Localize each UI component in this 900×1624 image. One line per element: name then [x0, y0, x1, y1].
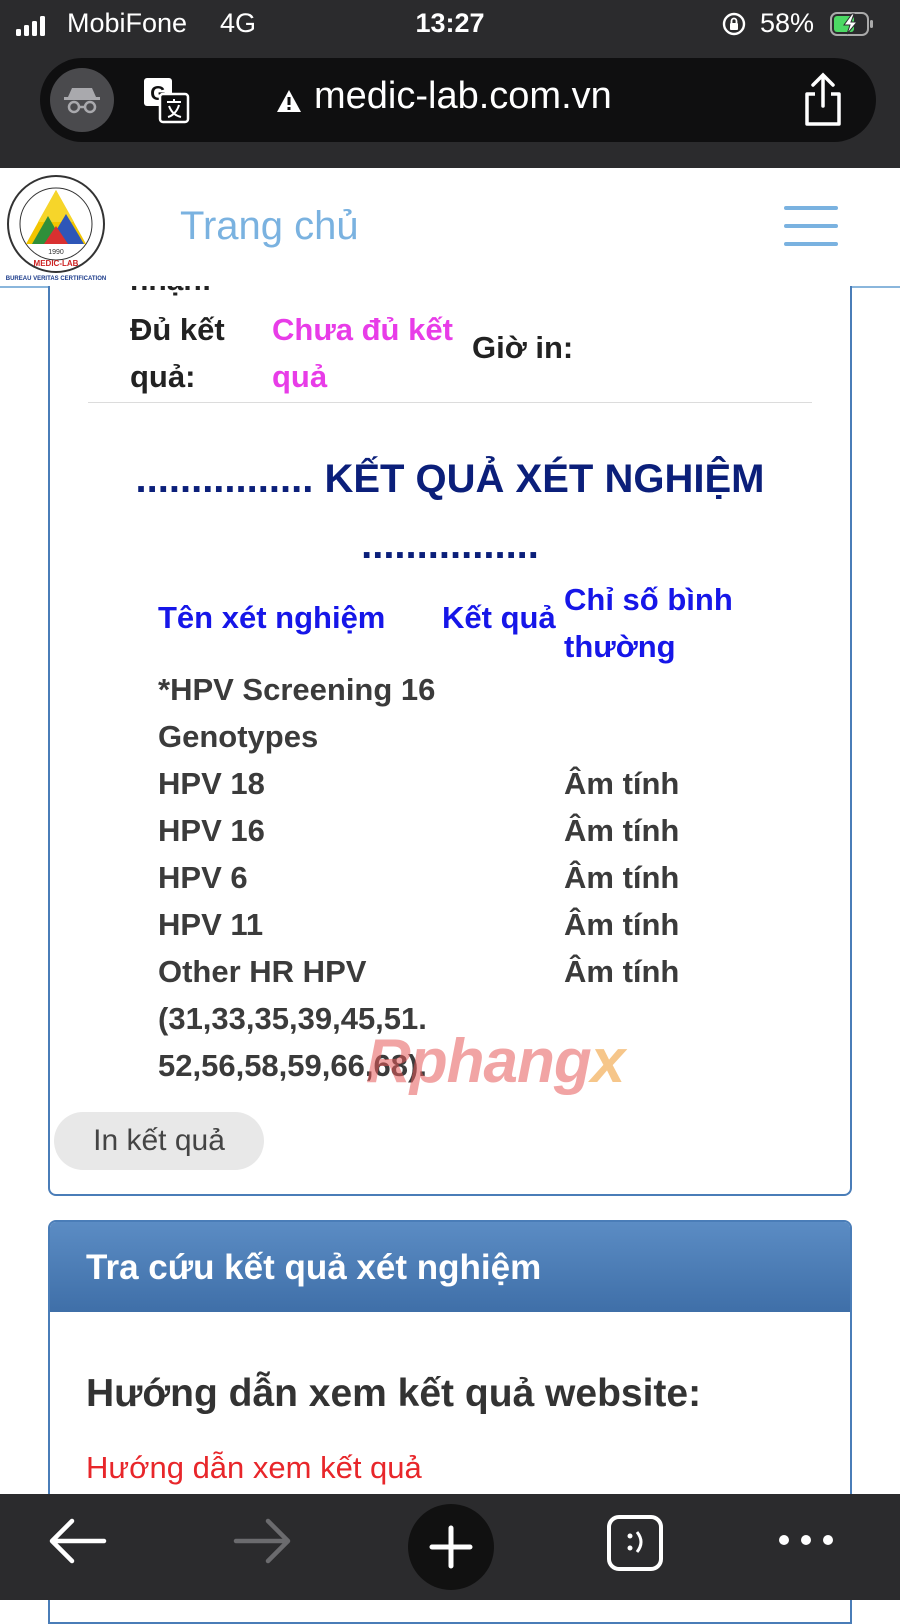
- forward-arrow-icon[interactable]: [232, 1516, 296, 1566]
- test-result: Âm tính: [564, 954, 680, 989]
- table-row: HPV 16 Âm tính: [158, 807, 838, 854]
- lookup-panel-title: Tra cứu kết quả xét nghiệm: [86, 1248, 542, 1287]
- more-icon[interactable]: [776, 1530, 836, 1550]
- table-row: HPV 18 Âm tính: [158, 760, 838, 807]
- battery-percent: 58%: [760, 8, 815, 38]
- test-name: HPV 16: [158, 813, 265, 848]
- url-bar[interactable]: G medic-lab.com.vn: [40, 58, 876, 142]
- test-name: HPV 6: [158, 860, 248, 895]
- watermark: Rphangx: [366, 1027, 625, 1096]
- tabs-icon[interactable]: [606, 1514, 664, 1572]
- back-arrow-icon[interactable]: [44, 1516, 108, 1566]
- test-result: Âm tính: [564, 860, 680, 895]
- result-card: nhận: Đủ kết quả: Chưa đủ kết quả Giờ in…: [48, 286, 852, 1196]
- status-label: Đủ kết quả:: [130, 312, 225, 394]
- status-bar: MobiFone 4G 13:27 58%: [0, 0, 900, 50]
- incognito-button[interactable]: [50, 68, 114, 132]
- print-result-button[interactable]: In kết quả: [54, 1112, 264, 1170]
- nav-home-link[interactable]: Trang chủ: [180, 204, 359, 249]
- url-host: medic-lab.com.vn: [314, 75, 612, 117]
- table-row: *HPV Screening 16 Genotypes: [158, 666, 838, 760]
- cut-off-label: nhận:: [130, 286, 212, 298]
- svg-text:MEDIC-LAB: MEDIC-LAB: [34, 259, 79, 268]
- translate-icon[interactable]: G: [142, 76, 190, 124]
- column-header-name: Tên xét nghiệm: [158, 600, 386, 635]
- test-result: Âm tính: [564, 766, 680, 801]
- table-row: HPV 11 Âm tính: [158, 901, 838, 948]
- column-header-normal: Chỉ số bình thường: [564, 582, 733, 664]
- divider: [88, 402, 812, 403]
- test-name: HPV 18: [158, 766, 265, 801]
- test-name: *HPV Screening 16 Genotypes: [158, 672, 436, 754]
- site-header: 1990 MEDIC-LAB BUREAU VERITAS CERTIFICAT…: [0, 168, 900, 288]
- column-header-result: Kết quả: [442, 600, 556, 635]
- test-result: Âm tính: [564, 813, 680, 848]
- table-row: HPV 6 Âm tính: [158, 854, 838, 901]
- orientation-lock-icon: [722, 12, 746, 36]
- medic-lab-logo[interactable]: 1990 MEDIC-LAB BUREAU VERITAS CERTIFICAT…: [4, 172, 108, 282]
- status-value: Chưa đủ kết quả: [272, 312, 453, 394]
- warning-icon: [277, 90, 301, 112]
- test-result: Âm tính: [564, 907, 680, 942]
- new-tab-button[interactable]: [408, 1504, 494, 1590]
- url-display[interactable]: medic-lab.com.vn: [277, 75, 612, 118]
- svg-text:1990: 1990: [48, 249, 64, 256]
- guide-link[interactable]: Hướng dẫn xem kết quả: [86, 1450, 422, 1486]
- results-title: ................ KẾT QUẢ XÉT NGHIỆM ....…: [135, 457, 765, 567]
- svg-text:BUREAU VERITAS CERTIFICATION: BUREAU VERITAS CERTIFICATION: [6, 276, 106, 282]
- guide-heading: Hướng dẫn xem kết quả website:: [86, 1372, 702, 1415]
- battery-charging-icon: [830, 12, 873, 36]
- browser-chrome: MobiFone 4G 13:27 58% G medic-lab.com.vn: [0, 0, 900, 168]
- share-icon[interactable]: [798, 72, 848, 128]
- menu-icon[interactable]: [784, 206, 838, 246]
- plus-icon: [429, 1525, 473, 1569]
- browser-toolbar: [0, 1494, 900, 1600]
- print-time-label: Giờ in:: [472, 330, 574, 365]
- test-name: HPV 11: [158, 907, 264, 942]
- lookup-panel-header: Tra cứu kết quả xét nghiệm: [50, 1222, 850, 1312]
- incognito-icon: [64, 88, 100, 114]
